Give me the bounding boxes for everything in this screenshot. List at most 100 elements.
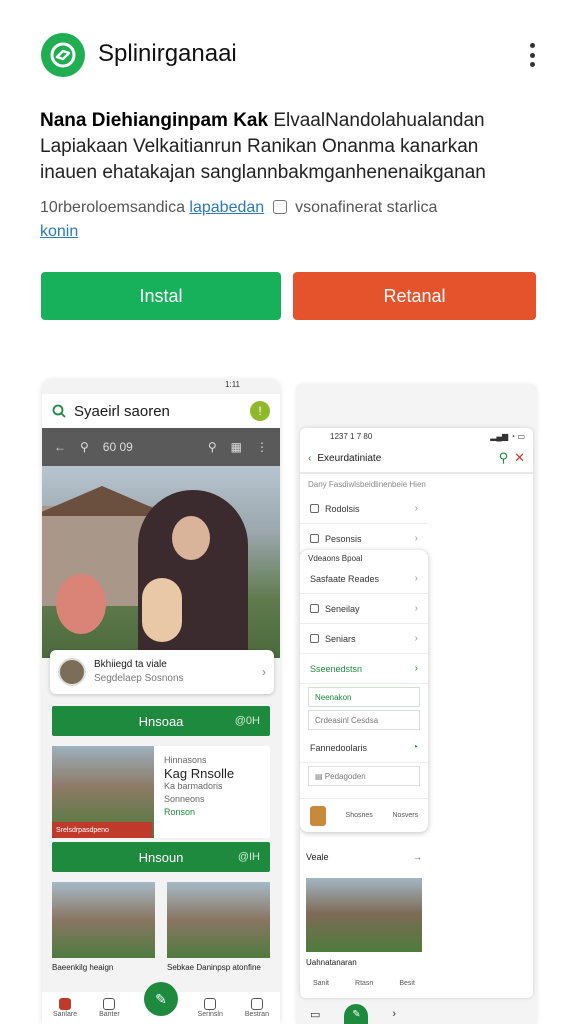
- popup-panel[interactable]: Vdeaons Bpoal Sasfaate Reades › Seneilay ›…: [300, 550, 428, 832]
- list-item-active[interactable]: Sseenedstsn ›: [300, 654, 428, 684]
- calendar-icon: [204, 998, 217, 1010]
- document-icon: ▤: [315, 772, 325, 781]
- nav-item[interactable]: Sanit: [313, 980, 329, 987]
- nav-label: Rtasn: [355, 979, 374, 987]
- popup-header: Vdeaons Bpoal: [308, 554, 363, 563]
- feature-image: Srelsdrpasdpeno: [52, 746, 154, 838]
- checkbox-icon: [310, 634, 319, 643]
- meta-link-2[interactable]: konin: [40, 223, 78, 240]
- section-bar-right: @0H: [234, 715, 260, 727]
- feature-title: Kag Rnsolle: [164, 766, 235, 781]
- list-item[interactable]: Rodolsis ›: [300, 494, 428, 524]
- back-icon[interactable]: ‹: [308, 453, 311, 464]
- tile-image: [52, 882, 155, 958]
- info-icon[interactable]: !: [250, 401, 270, 421]
- profile-card[interactable]: Bkhiiegd ta viale Segdelaep Sosnons ›: [50, 650, 274, 694]
- description-lead: Nana Diehianginpam Kak: [40, 110, 269, 131]
- app-logo-icon: [41, 33, 85, 77]
- grid-icon[interactable]: ▦: [231, 440, 242, 454]
- nav-item[interactable]: Shosnes: [346, 812, 373, 819]
- chevron-right-icon: ›: [414, 633, 418, 644]
- more-options-icon[interactable]: [524, 40, 540, 70]
- meta-link[interactable]: lapabedan: [189, 199, 264, 216]
- feature-link[interactable]: Ronson: [164, 806, 234, 819]
- section-bar-2[interactable]: Hnsoun @IH: [52, 842, 270, 872]
- text-field[interactable]: Neenakon: [308, 687, 420, 707]
- app-description: Nana Diehianginpam Kak ElvaalNandolahual…: [40, 108, 540, 186]
- text-field[interactable]: ▤ Pedagoden: [308, 766, 420, 786]
- text-field-value: Pedagoden: [324, 772, 366, 781]
- chevron-right-icon: ›: [414, 503, 418, 514]
- nav-item[interactable]: Nosvers: [392, 812, 418, 819]
- home-icon: [59, 998, 72, 1010]
- nav-label: Sanit: [313, 979, 329, 987]
- nav-label: Besit: [399, 979, 415, 987]
- avatar: [58, 658, 86, 686]
- pencil-icon[interactable]: ✎: [344, 1004, 369, 1024]
- nav-item[interactable]: Rtasn: [355, 980, 373, 987]
- checkbox-icon: [310, 504, 319, 513]
- popup-nav: Shosnes Nosvers: [300, 798, 428, 832]
- list-item-label: Sseenedstsn: [310, 663, 363, 674]
- search-icon[interactable]: ⚲: [208, 440, 217, 454]
- more-icon[interactable]: ⋮: [256, 440, 268, 454]
- tile-caption: Baeenkilg heaign: [52, 963, 114, 972]
- app-title: Splinirganaai: [98, 40, 237, 67]
- section-bar-label: Hnsoun: [138, 849, 184, 865]
- description-line3: inauen ehatakajan sanglannbakmganhenenai…: [40, 162, 486, 183]
- search-icon[interactable]: ⚲: [499, 450, 509, 466]
- card-title: Bkhiiegd ta viale: [94, 659, 167, 670]
- checkbox-icon: [310, 534, 319, 543]
- list-item[interactable]: Sasfaate Reades ›: [300, 564, 428, 594]
- app-header: Splinirganaai: [0, 0, 576, 100]
- tile[interactable]: Baeenkilg heaign: [52, 882, 155, 986]
- chevron-right-icon[interactable]: ›: [392, 1008, 396, 1020]
- info-icon: [272, 200, 287, 214]
- chat-icon[interactable]: ▭: [310, 1008, 320, 1021]
- install-button[interactable]: Instal: [41, 272, 281, 320]
- search-bar[interactable]: Syaeirl saoren !: [42, 394, 280, 428]
- feature-card[interactable]: Srelsdrpasdpeno Hinnasons Kag Rnsolle Ka…: [52, 746, 270, 838]
- list-item-label: Rodolsis: [325, 503, 360, 514]
- status-time: 1237 1 7 80: [330, 432, 373, 441]
- list-item[interactable]: Seneilay ›: [300, 594, 428, 624]
- section-row[interactable]: Veale →: [300, 844, 428, 870]
- sub-line: Dany Fasdiwlsbeidlinenbeie Hien: [308, 480, 426, 489]
- search-icon: [52, 404, 66, 418]
- search-icon[interactable]: ⚲: [80, 440, 89, 454]
- list-item[interactable]: Fannedoolaris ◔: [300, 733, 428, 763]
- status-icon: ◔: [411, 742, 418, 753]
- chevron-right-icon: ›: [414, 573, 418, 584]
- pencil-icon[interactable]: ✎: [144, 982, 178, 1016]
- toolbar-number: 60 09: [102, 440, 133, 454]
- profile-icon: [250, 998, 263, 1010]
- nav-item[interactable]: Banter: [99, 998, 120, 1018]
- chat-icon: [103, 998, 116, 1010]
- back-icon[interactable]: ←: [54, 440, 66, 454]
- nav-item[interactable]: Sanlare: [53, 998, 77, 1018]
- nav-item[interactable]: Bestran: [245, 998, 269, 1018]
- avatar[interactable]: [309, 805, 326, 826]
- list-item-label: Sasfaate Reades: [310, 573, 380, 584]
- screenshot-2[interactable]: 1237 1 7 80 ▂▄▆ ◔ ▭ ‹ Exeurdatiniate ⚲ ✕…: [300, 428, 533, 998]
- secondary-button[interactable]: Retanal: [293, 272, 536, 320]
- app-meta: 10rberoloemsandica lapabedan vsonafinera…: [40, 196, 540, 244]
- list-item-label: Seniars: [325, 633, 356, 644]
- close-icon[interactable]: ✕: [514, 450, 525, 466]
- meta-text-2: vsonafinerat starlica: [290, 199, 438, 216]
- tile[interactable]: Sebkae Daninpsp atonfine: [167, 882, 270, 986]
- card-subtitle: Segdelaep Sosnons: [94, 673, 184, 684]
- nav-item[interactable]: Serinsln: [198, 998, 223, 1018]
- section-image: [306, 878, 422, 952]
- screenshot-3-nav: ▭ ✎ ›: [300, 1004, 533, 1024]
- nav-item[interactable]: Besit: [399, 980, 415, 987]
- section-bar-1[interactable]: Hnsoaa @0H: [52, 706, 270, 736]
- section-bar-right: @IH: [237, 851, 260, 863]
- section-title: Veale: [306, 852, 329, 862]
- screenshot-1[interactable]: 1:11 Syaeirl saoren ! ← ⚲ 60 09 ⚲ ▦ ⋮ Bk…: [42, 380, 280, 1024]
- lower-section: Veale → Uahnatanaran: [300, 844, 428, 967]
- list-item[interactable]: Seniars ›: [300, 624, 428, 654]
- text-field[interactable]: Crdeasinl Cesdsa: [308, 710, 420, 730]
- feature-line: Sonneons: [164, 794, 205, 804]
- hero-photo: [42, 466, 280, 658]
